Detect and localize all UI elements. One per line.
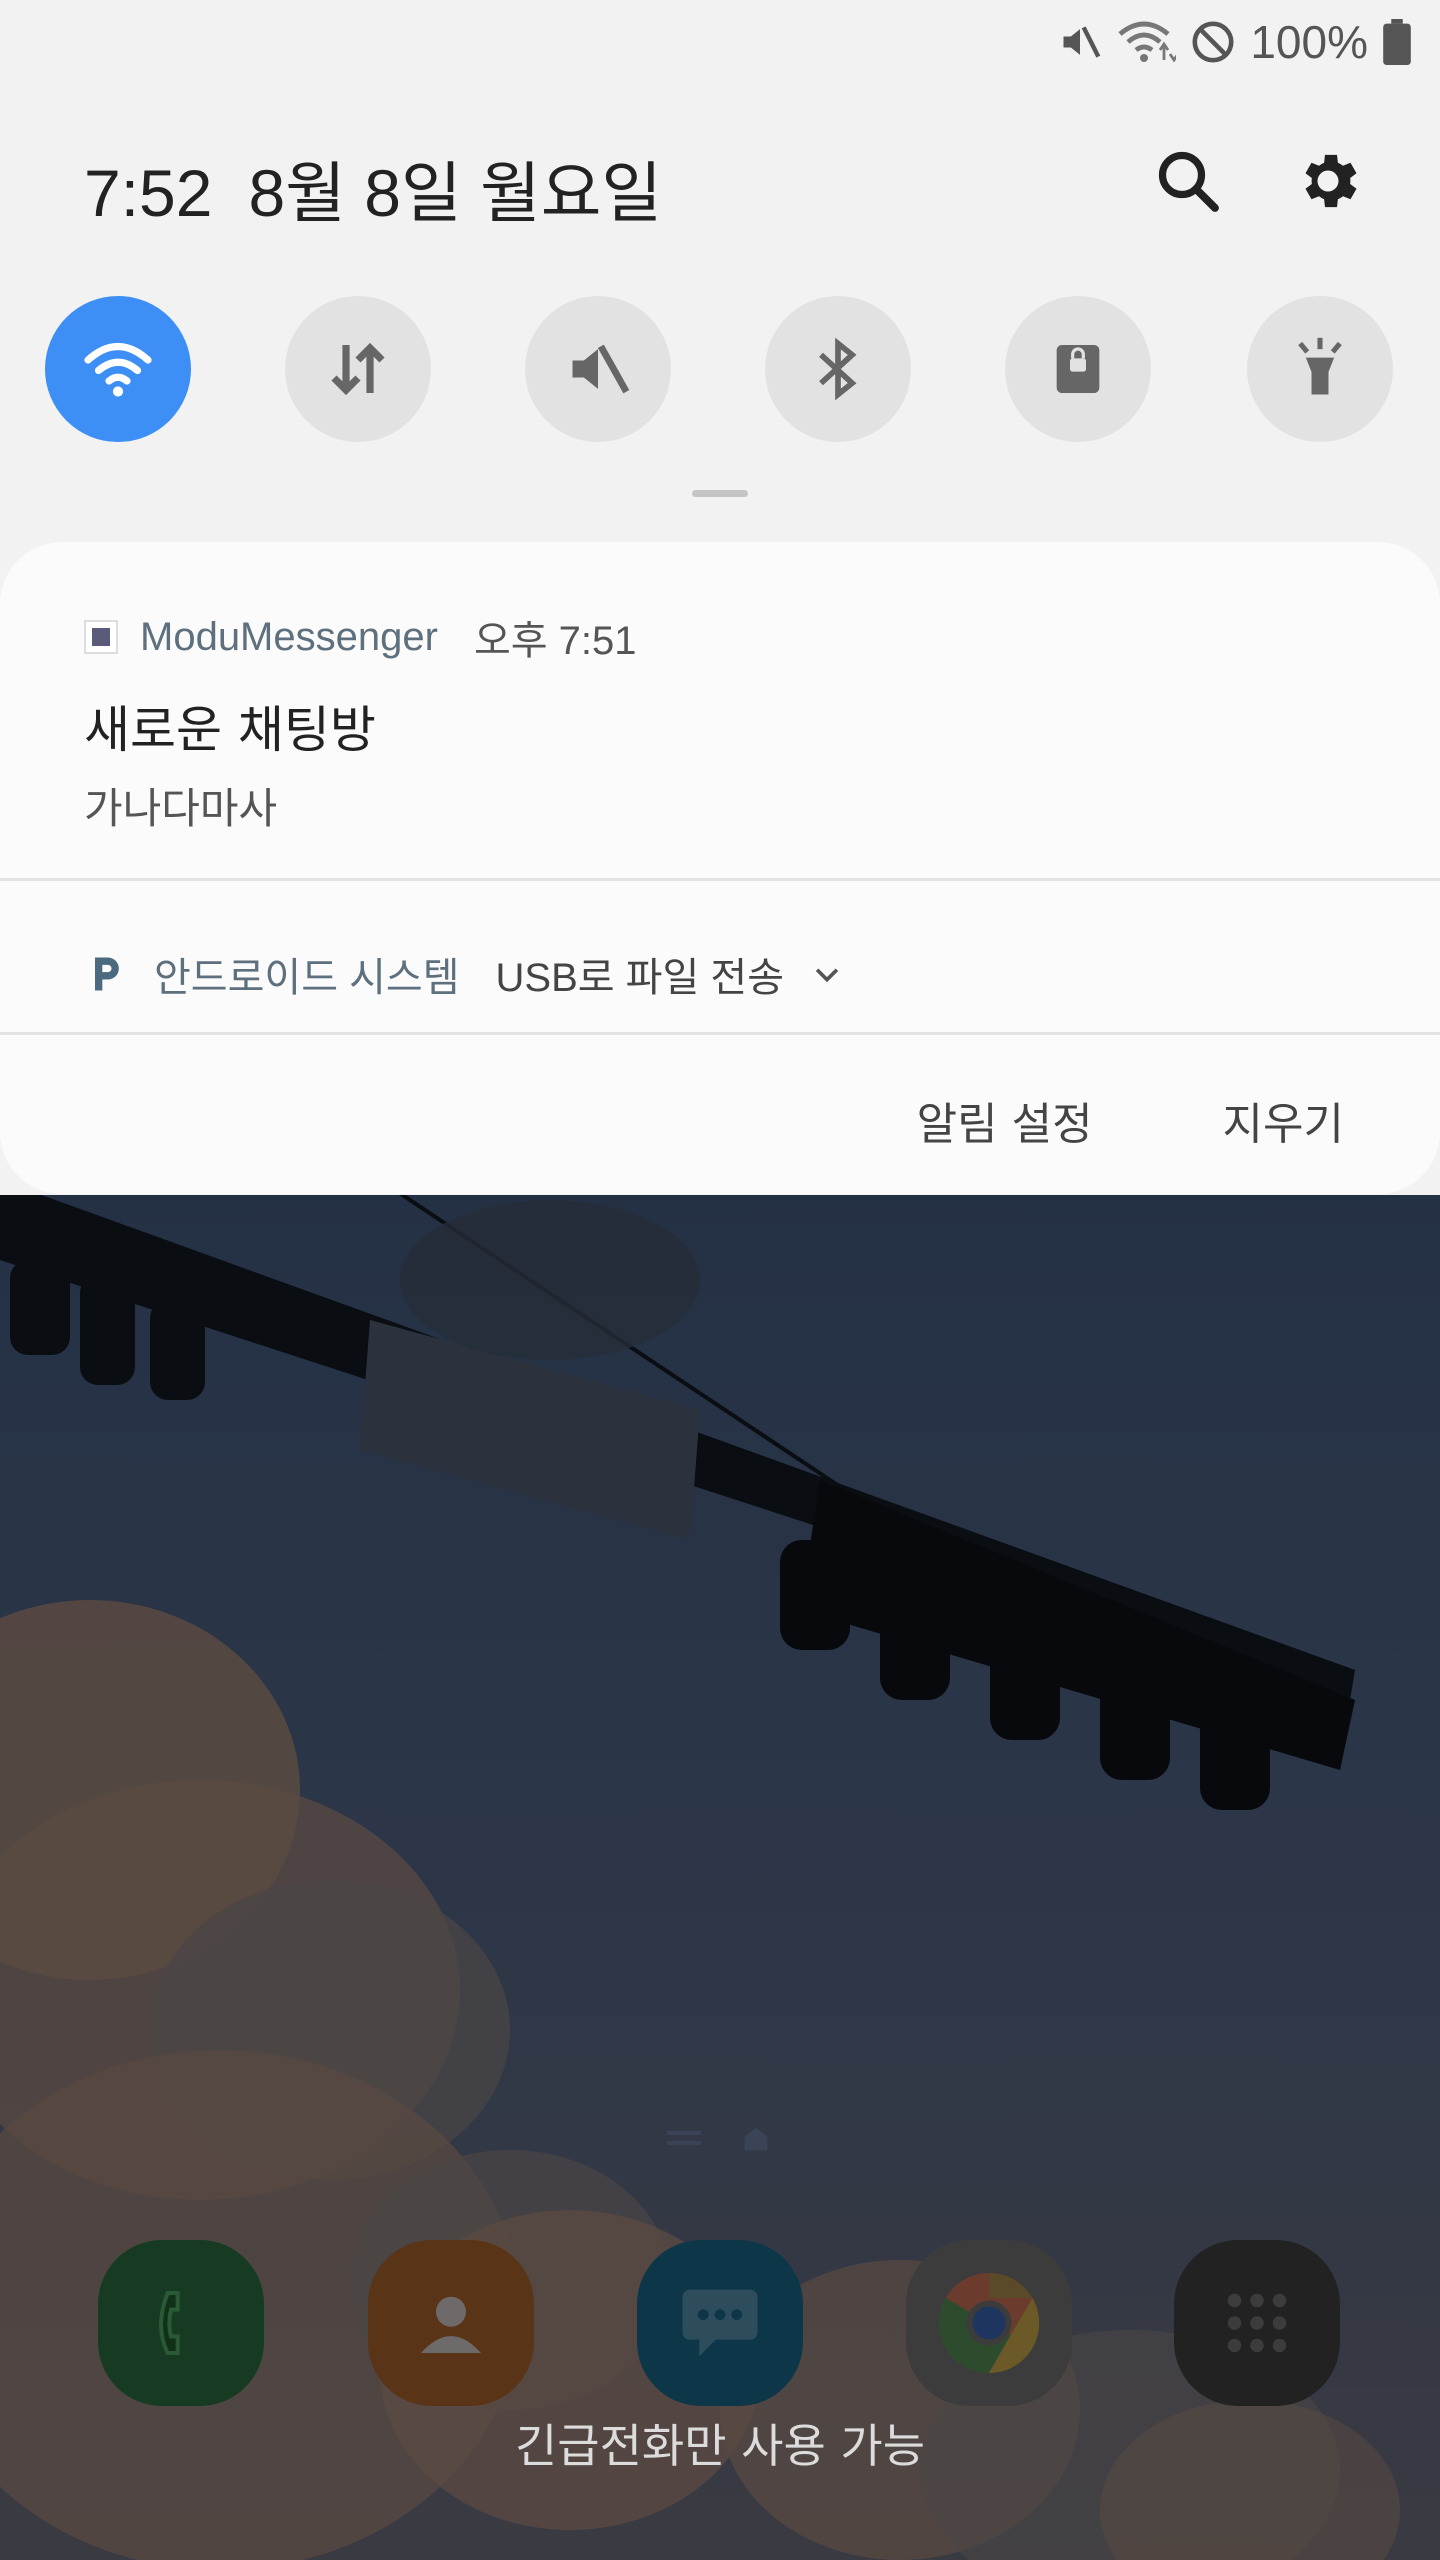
- date-label: 8월 8일 월요일: [248, 156, 663, 230]
- notification-card: ModuMessenger 오후 7:51 새로운 채팅방 가나다마사 안드로이…: [0, 542, 1440, 1194]
- modumessenger-app-icon: [84, 620, 118, 654]
- mute-icon: [572, 344, 630, 394]
- battery-icon: [1383, 19, 1411, 65]
- qs-bluetooth-toggle[interactable]: [765, 296, 911, 442]
- apps-button[interactable]: [1174, 2240, 1340, 2406]
- phone-app[interactable]: [98, 2240, 264, 2406]
- app-dock: [0, 2240, 1440, 2410]
- messages-icon: [682, 2289, 758, 2357]
- wifi-icon: [84, 343, 152, 397]
- do-not-disturb-icon: [1192, 21, 1234, 63]
- lock-icon: [1056, 345, 1100, 393]
- status-bar: 100%: [1058, 14, 1412, 70]
- qs-wifi-toggle[interactable]: [45, 296, 191, 442]
- divider: [0, 878, 1440, 881]
- clear-all-button[interactable]: 지우기: [1223, 1088, 1344, 1152]
- qs-flashlight-toggle[interactable]: [1247, 296, 1393, 442]
- quick-settings-row: [0, 296, 1440, 446]
- divider: [0, 1032, 1440, 1035]
- chevron-down-icon[interactable]: [810, 957, 844, 991]
- system-app-name: 안드로이드 시스템: [154, 956, 460, 1000]
- menu-lines-icon: [667, 2131, 701, 2145]
- messages-app[interactable]: [637, 2240, 803, 2406]
- bluetooth-icon: [819, 337, 857, 401]
- search-button[interactable]: [1152, 145, 1224, 217]
- notification-time: 오후 7:51: [473, 619, 637, 663]
- notification-title[interactable]: 새로운 채팅방: [84, 690, 376, 762]
- notification-settings-button[interactable]: 알림 설정: [917, 1088, 1093, 1152]
- chrome-app[interactable]: [906, 2240, 1072, 2406]
- notification-body[interactable]: 가나다마사: [84, 775, 277, 836]
- home-icon: [744, 2127, 768, 2151]
- contacts-icon: [421, 2296, 481, 2353]
- contacts-app[interactable]: [368, 2240, 534, 2406]
- system-notification[interactable]: 안드로이드 시스템 USB로 파일 전송: [84, 934, 844, 1014]
- qs-lock-toggle[interactable]: [1005, 296, 1151, 442]
- system-notification-text: USB로 파일 전송: [495, 956, 784, 1000]
- battery-percent: 100%: [1250, 16, 1368, 68]
- qs-sound-toggle[interactable]: [525, 296, 671, 442]
- traffic-light-silhouette: [0, 1180, 1355, 1810]
- phone-icon: [159, 2291, 180, 2355]
- android-system-icon: [95, 957, 119, 991]
- data-transfer-icon: [331, 342, 385, 396]
- apps-icon: [1227, 2293, 1287, 2353]
- settings-button[interactable]: [1292, 145, 1364, 217]
- mute-icon: [1063, 26, 1101, 58]
- notification-app-name: ModuMessenger: [140, 614, 438, 659]
- notification-header: ModuMessenger 오후 7:51: [84, 612, 637, 663]
- page-indicator: [667, 2124, 771, 2154]
- clock-date: 7:52 8월 8일 월요일: [84, 140, 698, 236]
- qs-mobile-data-toggle[interactable]: [285, 296, 431, 442]
- chrome-icon: [938, 2272, 1040, 2374]
- gear-icon: [1305, 154, 1357, 208]
- notification-actions: 알림 설정 지우기: [787, 1080, 1344, 1160]
- wifi-data-icon: [1118, 21, 1177, 63]
- flashlight-icon: [1298, 337, 1342, 395]
- emergency-calls-only-text: 긴급전화만 사용 가능: [514, 2419, 926, 2473]
- shade-drag-handle[interactable]: [692, 490, 748, 497]
- search-icon: [1158, 151, 1219, 212]
- clock-time: 7:52: [84, 156, 213, 230]
